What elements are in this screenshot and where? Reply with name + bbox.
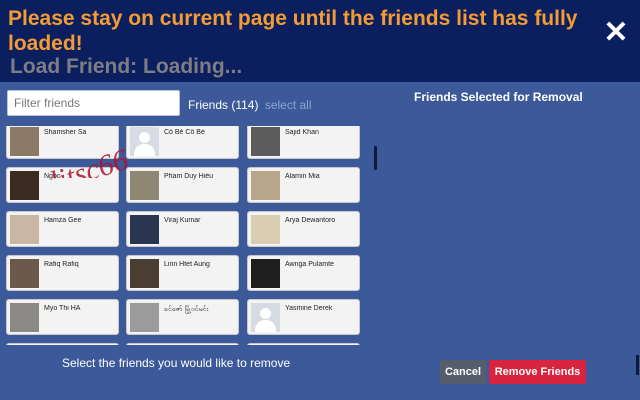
header-banner: Please stay on current page until the fr… (0, 0, 640, 82)
friend-photo (251, 259, 280, 288)
friend-photo (251, 127, 280, 156)
friends-count-label: Friends (114) (188, 98, 259, 112)
friend-card[interactable]: Hamza Gee (6, 211, 119, 247)
friend-name: Yasmine Derek (285, 305, 333, 312)
friend-name: Myo Thi HA (44, 305, 81, 312)
friend-name: Hamza Gee (44, 217, 82, 224)
friend-card[interactable]: Alamin Mia (247, 167, 360, 203)
friend-photo (10, 259, 39, 288)
filter-friends-input[interactable] (7, 90, 180, 116)
friend-card[interactable] (6, 343, 119, 345)
load-status: Load Friend: Loading... (10, 55, 243, 78)
friend-card[interactable]: Awnga Pulamte (247, 255, 360, 291)
friend-name: Viraj Kumar (164, 217, 201, 224)
friend-name: Linn Htet Aung (164, 261, 210, 268)
friend-photo (10, 303, 39, 332)
friend-photo (251, 171, 280, 200)
select-all-link[interactable]: select all (265, 98, 312, 112)
friend-photo (130, 303, 159, 332)
friend-card[interactable] (126, 343, 239, 345)
friends-list-scrollbar[interactable] (374, 146, 377, 170)
cancel-button[interactable]: Cancel (440, 360, 486, 384)
remove-friends-button[interactable]: Remove Friends (489, 360, 586, 384)
friend-card[interactable]: Rafiq Rafiq (6, 255, 119, 291)
friend-name: Alamin Mia (285, 173, 320, 180)
friend-name: Awnga Pulamte (285, 261, 334, 268)
friend-card[interactable]: ခင်ဇော် မြို့ဝင်မင်း (126, 299, 239, 335)
friend-photo (130, 259, 159, 288)
default-avatar-icon (251, 303, 280, 332)
watermark-stamp: alitsc66 (32, 143, 133, 178)
friend-card[interactable]: Myo Thi HA (6, 299, 119, 335)
friend-name: Sajid Khan (285, 129, 319, 136)
friend-card[interactable] (247, 343, 360, 345)
friend-card[interactable]: Arya Dewantoro (247, 211, 360, 247)
selected-for-removal-heading: Friends Selected for Removal (414, 90, 583, 104)
close-icon[interactable]: ✕ (603, 18, 629, 48)
friend-card[interactable]: Yasmine Derek (247, 299, 360, 335)
friend-card[interactable]: Sajid Khan (247, 126, 360, 159)
loading-warning: Please stay on current page until the fr… (8, 7, 578, 55)
footer-instruction: Select the friends you would like to rem… (62, 356, 291, 370)
watermark-text: alitsc66 (32, 143, 133, 178)
friend-photo (251, 215, 280, 244)
friend-card[interactable]: Linn Htet Aung (126, 255, 239, 291)
friend-photo (130, 215, 159, 244)
friend-name: Arya Dewantoro (285, 217, 336, 224)
friend-photo (10, 215, 39, 244)
page-scrollbar[interactable] (636, 355, 639, 375)
friend-card[interactable]: Viraj Kumar (126, 211, 239, 247)
friends-count: Friends (114) select all (188, 98, 312, 112)
friend-name: Rafiq Rafiq (44, 261, 79, 268)
friend-name: ခင်ဇော် မြို့ဝင်မင်း (164, 306, 209, 313)
